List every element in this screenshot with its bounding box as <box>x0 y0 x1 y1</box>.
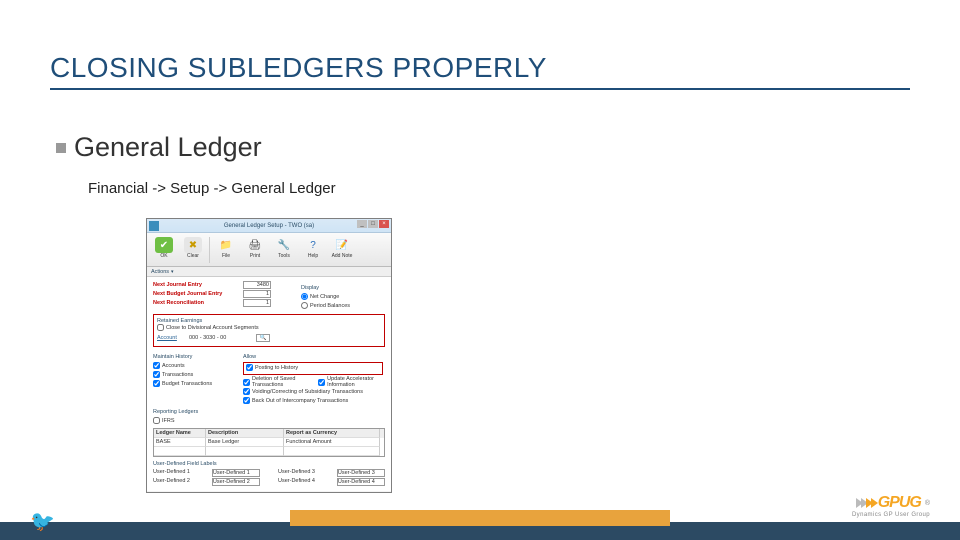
col-report-as: Report as Currency <box>284 429 380 438</box>
user-defined-section: User-Defined Field Labels User-Defined 1… <box>153 461 385 486</box>
breadcrumb: Financial -> Setup -> General Ledger <box>88 180 336 197</box>
ifrs-checkbox[interactable]: IFRS <box>153 417 175 424</box>
close-divisional-checkbox[interactable]: Close to Divisional Account Segments <box>157 324 259 331</box>
file-button[interactable]: 📁File <box>213 235 239 259</box>
bullet-row: General Ledger <box>56 132 262 163</box>
next-budget-label: Next Budget Journal Entry <box>153 291 243 297</box>
next-recon-label: Next Reconciliation <box>153 300 243 306</box>
title-underline <box>50 88 910 90</box>
reporting-label: Reporting Ledgers <box>153 409 385 415</box>
gl-setup-dialog: General Ledger Setup - TWO (sa) _ □ × ✔O… <box>146 218 392 493</box>
bullet-icon <box>56 143 66 153</box>
backout-checkbox[interactable]: Back Out of Intercompany Transactions <box>243 397 348 404</box>
period-balances-radio[interactable]: Period Balances <box>301 302 350 309</box>
window-buttons: _ □ × <box>357 220 389 228</box>
ledger-grid: Ledger Name Description Report as Curren… <box>153 428 385 457</box>
account-link[interactable]: Account <box>157 335 189 341</box>
subheader: General Ledger <box>74 132 262 163</box>
update-accel-checkbox[interactable]: Update Accelerator Information <box>318 376 383 388</box>
footer <box>0 510 960 540</box>
dialog-titlebar: General Ledger Setup - TWO (sa) _ □ × <box>147 219 391 233</box>
clear-button[interactable]: ✖Clear <box>180 235 206 259</box>
allow-label: Allow <box>243 354 383 360</box>
ud2-input[interactable]: User-Defined 2 <box>212 478 260 486</box>
next-budget-input[interactable]: 1 <box>243 290 271 298</box>
account-lookup-button[interactable]: 🔍 <box>256 334 270 342</box>
accounts-checkbox[interactable]: Accounts <box>153 362 185 369</box>
ribbon: ✔OK ✖Clear 📁File 🖨Print 🔧Tools ?Help 📝Ad… <box>147 233 391 267</box>
maximize-button[interactable]: □ <box>368 220 378 228</box>
ud4-input[interactable]: User-Defined 4 <box>337 478 385 486</box>
next-journal-input[interactable]: 3480 <box>243 281 271 289</box>
footer-accent <box>290 510 670 526</box>
ud3-input[interactable]: User-Defined 3 <box>337 469 385 477</box>
transactions-checkbox[interactable]: Transactions <box>153 371 193 378</box>
ledger-row[interactable]: BASE Base Ledger Functional Amount <box>154 438 384 447</box>
ud1-input[interactable]: User-Defined 1 <box>212 469 260 477</box>
net-change-radio[interactable]: Net Change <box>301 293 339 300</box>
print-button[interactable]: 🖨Print <box>242 235 268 259</box>
slide: CLOSING SUBLEDGERS PROPERLY General Ledg… <box>0 0 960 540</box>
app-icon <box>149 221 159 231</box>
ok-button[interactable]: ✔OK <box>151 235 177 259</box>
close-button[interactable]: × <box>379 220 389 228</box>
help-button[interactable]: ?Help <box>300 235 326 259</box>
budget-trx-checkbox[interactable]: Budget Transactions <box>153 380 212 387</box>
account-value: 000 - 3030 - 00 <box>189 335 226 341</box>
delete-saved-checkbox[interactable]: Deletion of Saved Transactions <box>243 376 308 388</box>
voiding-checkbox[interactable]: Voiding/Correcting of Subsidiary Transac… <box>243 388 363 395</box>
twitter-icon: 🐦 <box>30 509 55 534</box>
posting-history-checkbox[interactable]: Posting to History <box>246 364 298 371</box>
slide-title: CLOSING SUBLEDGERS PROPERLY <box>50 52 547 84</box>
minimize-button[interactable]: _ <box>357 220 367 228</box>
maintain-label: Maintain History <box>153 354 225 360</box>
dialog-body: Next Journal Entry3480 Next Budget Journ… <box>147 277 391 491</box>
add-note-button[interactable]: 📝Add Note <box>329 235 355 259</box>
next-recon-input[interactable]: 1 <box>243 299 271 307</box>
col-ledger-name: Ledger Name <box>154 429 206 438</box>
gpug-logo: GPUG ® Dynamics GP User Group <box>852 494 930 518</box>
tools-button[interactable]: 🔧Tools <box>271 235 297 259</box>
display-label: Display <box>301 285 371 291</box>
actions-bar: Actions ▾ <box>147 267 391 277</box>
dialog-title: General Ledger Setup - TWO (sa) <box>169 223 369 229</box>
next-journal-label: Next Journal Entry <box>153 282 243 288</box>
col-description: Description <box>206 429 284 438</box>
retained-earnings-highlight: Retained Earnings Close to Divisional Ac… <box>153 314 385 347</box>
